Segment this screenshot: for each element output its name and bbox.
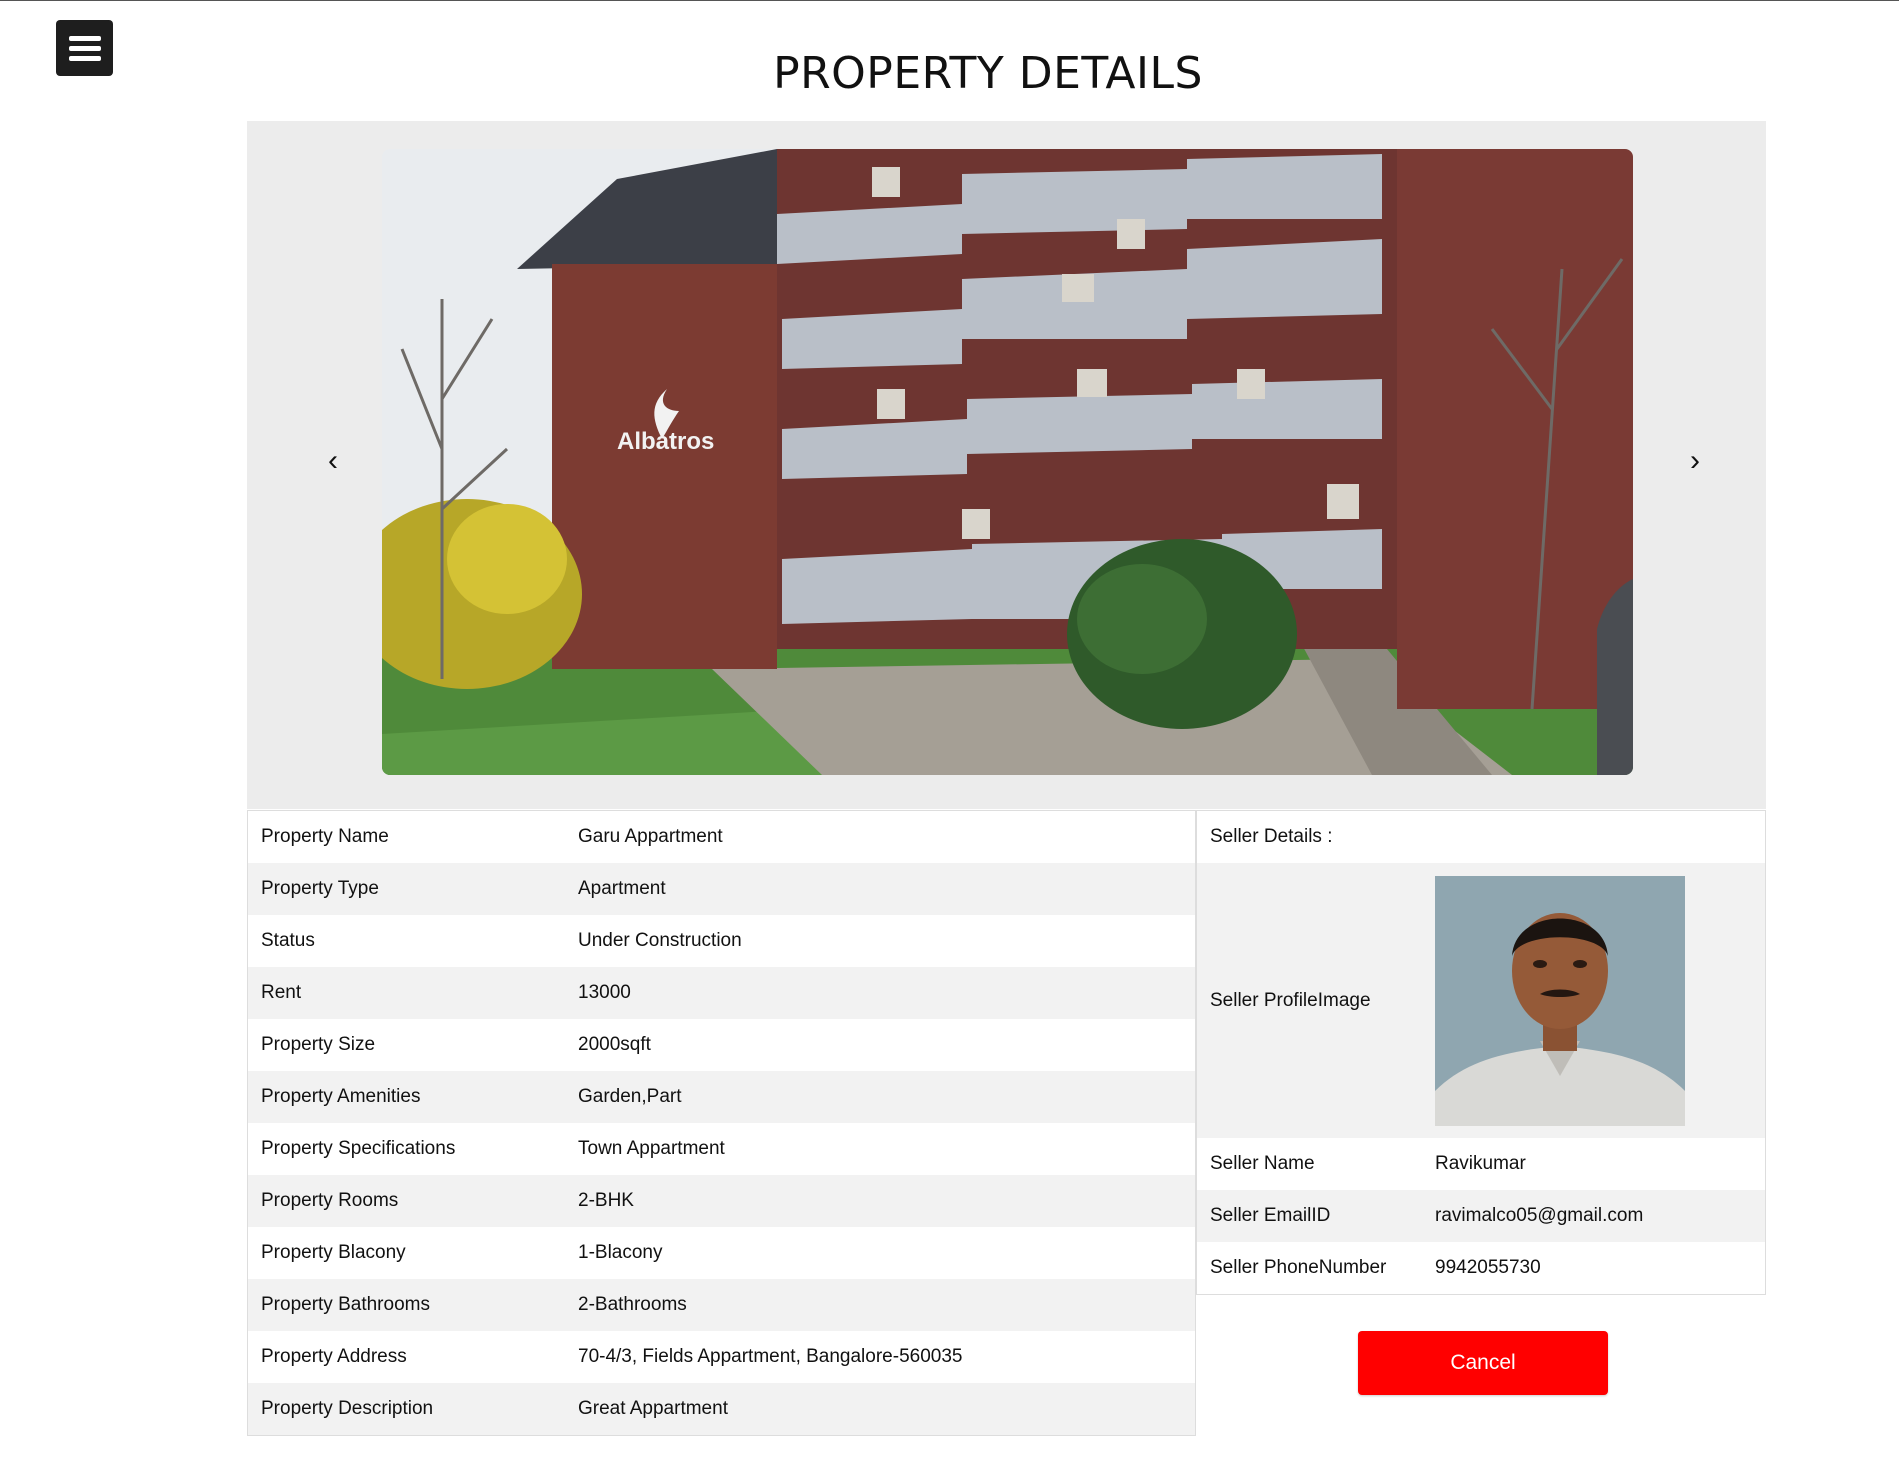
detail-value: 70-4/3, Fields Appartment, Bangalore-560… [578,1346,963,1367]
detail-row-status: Status Under Construction [248,915,1195,967]
seller-name-label: Seller Name [1210,1153,1315,1174]
cancel-button[interactable]: Cancel [1358,1331,1608,1395]
detail-label: Property Type [261,878,379,899]
seller-email: ravimalco05@gmail.com [1435,1205,1644,1226]
seller-photo-row: Seller ProfileImage [1197,863,1765,1138]
detail-row-size: Property Size 2000sqft [248,1019,1195,1071]
seller-email-label: Seller EmailID [1210,1205,1331,1226]
detail-value: Town Appartment [578,1138,725,1159]
top-border [0,0,1899,1]
detail-label: Property Bathrooms [261,1294,430,1315]
detail-label: Rent [261,982,302,1003]
detail-row-type: Property Type Apartment [248,863,1195,915]
seller-phone-label: Seller PhoneNumber [1210,1257,1387,1278]
detail-row-rooms: Property Rooms 2-BHK [248,1175,1195,1227]
detail-row-specifications: Property Specifications Town Appartment [248,1123,1195,1175]
detail-value: 13000 [578,982,631,1003]
image-carousel: ‹ Albatros › [247,121,1766,809]
seller-heading: Seller Details : [1210,826,1333,847]
seller-name-row: Seller Name Ravikumar [1197,1138,1765,1190]
detail-row-balcony: Property Blacony 1-Blacony [248,1227,1195,1279]
detail-label: Property Description [261,1398,434,1419]
property-photo: Albatros [382,149,1633,775]
detail-row-bathrooms: Property Bathrooms 2-Bathrooms [248,1279,1195,1331]
detail-label: Status [261,930,315,951]
seller-details-table: Seller Details : Seller ProfileImage Sel… [1196,810,1766,1295]
seller-name: Ravikumar [1435,1153,1526,1174]
page-title: PROPERTY DETAILS [773,48,1203,99]
detail-label: Property Name [261,826,389,847]
detail-row-amenities: Property Amenities Garden,Part [248,1071,1195,1123]
detail-label: Property Specifications [261,1138,456,1159]
detail-value: 2000sqft [578,1034,651,1055]
detail-row-description: Property Description Great Appartment [248,1383,1195,1435]
property-details-table: Property Name Garu Appartment Property T… [247,810,1196,1436]
seller-avatar [1435,875,1685,1126]
detail-value: 2-Bathrooms [578,1294,687,1315]
detail-label: Property Size [261,1034,376,1055]
detail-row-name: Property Name Garu Appartment [248,811,1195,863]
detail-value: Garu Appartment [578,826,723,847]
seller-email-row: Seller EmailID ravimalco05@gmail.com [1197,1190,1765,1242]
carousel-prev-button[interactable]: ‹ [318,443,348,479]
detail-value: 2-BHK [578,1190,634,1211]
detail-label: Property Blacony [261,1242,406,1263]
detail-label: Property Amenities [261,1086,421,1107]
seller-phone-row: Seller PhoneNumber 9942055730 [1197,1242,1765,1294]
detail-value: 1-Blacony [578,1242,663,1263]
seller-photo-label: Seller ProfileImage [1210,989,1371,1011]
detail-row-rent: Rent 13000 [248,967,1195,1019]
detail-label: Property Rooms [261,1190,399,1211]
carousel-next-button[interactable]: › [1680,443,1710,479]
detail-value: Great Appartment [578,1398,728,1419]
seller-heading-row: Seller Details : [1197,811,1765,863]
seller-phone: 9942055730 [1435,1257,1541,1278]
detail-row-address: Property Address 70-4/3, Fields Appartme… [248,1331,1195,1383]
detail-value: Apartment [578,878,666,899]
detail-label: Property Address [261,1346,407,1367]
detail-value: Under Construction [578,930,742,951]
detail-value: Garden,Part [578,1086,682,1107]
